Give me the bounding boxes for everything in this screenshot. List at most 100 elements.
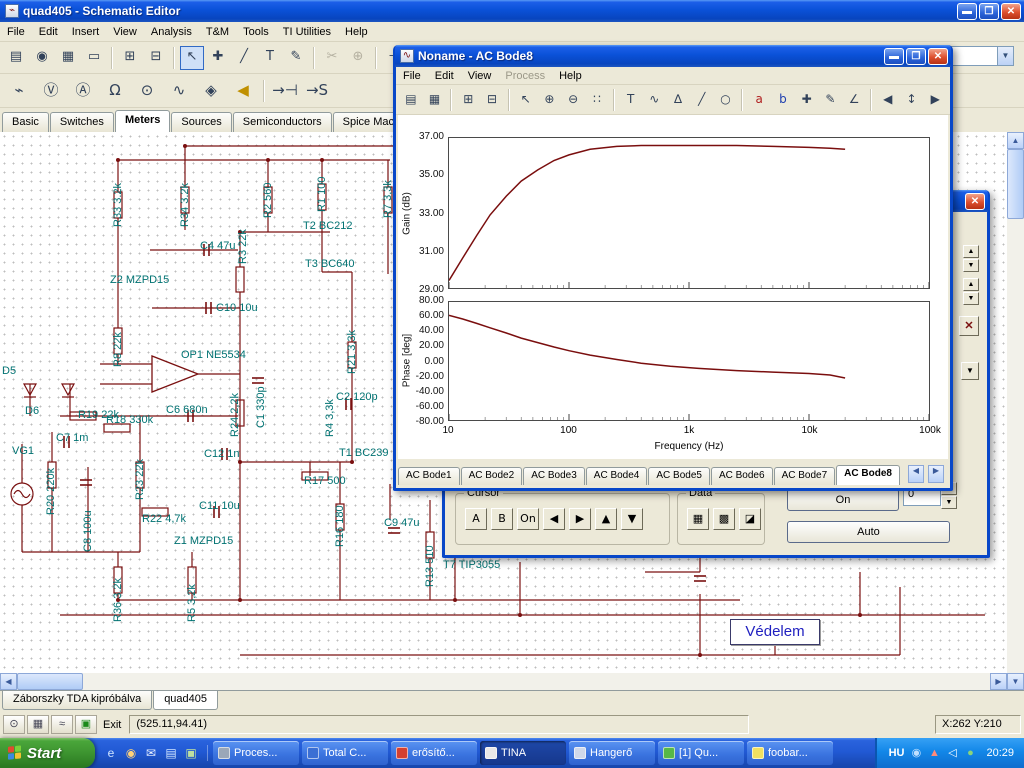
menu-item[interactable]: TI Utilities (276, 23, 338, 41)
scroll-right-icon[interactable]: ▶ (990, 673, 1007, 690)
scroll-left-icon[interactable]: ◀ (0, 673, 17, 690)
tray-antivirus-icon[interactable]: ▲ (927, 746, 941, 760)
ammeter-icon[interactable]: Ⓐ (68, 76, 98, 105)
minimize-button[interactable]: ▬ (884, 47, 904, 65)
delete-item-button[interactable]: ✕ (959, 316, 979, 336)
menu-item[interactable]: File (396, 67, 428, 85)
sheet-tab[interactable]: quad405 (153, 691, 219, 710)
menu-item[interactable]: T&M (199, 23, 236, 41)
auto-button[interactable]: Auto (787, 521, 950, 543)
maximize-button[interactable]: ❐ (906, 47, 926, 65)
taskbar-task-button[interactable]: Proces... (213, 741, 299, 765)
minimize-button[interactable]: ▬ (957, 2, 977, 20)
dropdown-arrow-icon[interactable]: ▼ (961, 362, 979, 380)
vertical-scroll-thumb[interactable] (1007, 149, 1024, 219)
probe-tool-icon[interactable]: ⊙ (3, 715, 25, 734)
language-indicator[interactable]: HU (889, 747, 905, 759)
signal-analyzer-icon[interactable]: ∿ (164, 76, 194, 105)
select-arrow-icon[interactable]: ↖ (180, 45, 204, 70)
component-tab[interactable]: Basic (2, 112, 49, 132)
angle-icon[interactable]: ∠ (843, 88, 865, 111)
copy-data-icon[interactable]: ▩ (713, 508, 735, 530)
vertical-scrollbar[interactable]: ▲ ▼ (1007, 132, 1024, 690)
cut-icon[interactable]: ✂ (320, 45, 344, 70)
bode-tab[interactable]: AC Bode3 (523, 467, 585, 485)
zoom-icon[interactable]: ⊕ (346, 45, 370, 70)
phase-plot[interactable] (448, 301, 930, 421)
component-tab[interactable]: Meters (114, 110, 171, 132)
open-web-icon[interactable]: ◉ (30, 45, 54, 70)
taskbar-task-button[interactable]: erősítő... (391, 741, 477, 765)
quicklaunch-explorer-icon[interactable]: ▤ (163, 745, 179, 761)
copy-icon[interactable]: ⊞ (457, 88, 480, 111)
menu-item[interactable]: Insert (65, 23, 107, 41)
prev-page-icon[interactable]: ◀ (876, 88, 899, 111)
copy-special-icon[interactable]: ⊟ (481, 88, 503, 111)
bode-tab[interactable]: AC Bode4 (585, 467, 648, 485)
scroll-up-icon[interactable]: ▲ (1007, 132, 1024, 149)
menu-item[interactable]: Process (498, 67, 552, 85)
line-tool-icon[interactable]: ╱ (690, 88, 713, 111)
new-file-icon[interactable]: ▤ (4, 45, 28, 70)
text-tool-icon[interactable]: T (619, 88, 642, 111)
cursor-b-button[interactable]: B (491, 508, 513, 530)
quicklaunch-browser-icon[interactable]: e (103, 745, 119, 761)
zoom-in-icon[interactable]: ⊕ (538, 88, 561, 111)
gain-plot[interactable] (448, 137, 930, 289)
copy-icon[interactable]: ⊞ (118, 45, 142, 70)
spin-down-icon[interactable]: ▼ (963, 259, 979, 272)
close-button[interactable]: ✕ (1001, 2, 1021, 20)
close-button[interactable]: ✕ (928, 47, 948, 65)
curve-tool-icon[interactable]: ∿ (643, 88, 666, 111)
bode-tab[interactable]: AC Bode8 (836, 465, 900, 485)
spin-up-icon[interactable]: ▲ (963, 245, 979, 258)
cursor-on-button[interactable]: On (517, 508, 539, 530)
move-icon[interactable]: ✚ (206, 45, 230, 70)
tray-update-icon[interactable]: ● (963, 746, 977, 760)
taskbar-task-button[interactable]: foobar... (747, 741, 833, 765)
open-icon[interactable]: ▤ (400, 88, 422, 111)
bode-tab[interactable]: AC Bode7 (773, 467, 836, 485)
tray-volume-icon[interactable]: ◁ (945, 746, 959, 760)
quicklaunch-media-icon[interactable]: ◉ (123, 745, 139, 761)
tabs-scroll-left-icon[interactable]: ◀ (908, 465, 924, 483)
voltmeter-icon[interactable]: Ⓥ (36, 76, 66, 105)
cursor-down-button[interactable]: ▼ (621, 508, 643, 530)
circle-tool-icon[interactable]: ○ (714, 88, 737, 111)
interpolate-data-icon[interactable]: ◪ (739, 508, 761, 530)
cursor-left-button[interactable]: ◀ (543, 508, 565, 530)
save-icon[interactable]: ▦ (423, 88, 446, 111)
menu-item[interactable]: View (461, 67, 499, 85)
text-tool-icon[interactable]: T (258, 45, 282, 70)
spin-down-icon[interactable]: ▼ (941, 496, 957, 509)
pointer-icon[interactable]: ↖ (514, 88, 537, 111)
bode-tab[interactable]: AC Bode1 (398, 467, 460, 485)
zoom-out-100-icon[interactable]: ⊖ (562, 88, 585, 111)
dialog-close-button[interactable]: ✕ (965, 192, 985, 210)
oscilloscope-icon[interactable]: ⊙ (132, 76, 162, 105)
crosshair-icon[interactable]: ✚ (795, 88, 818, 111)
taskbar-task-button[interactable]: TINA (480, 741, 566, 765)
cursor-b-icon[interactable]: b (772, 88, 794, 111)
paste-icon[interactable]: ⊟ (144, 45, 168, 70)
page-spin-icon[interactable]: ↕ (900, 88, 923, 111)
spin-down-icon[interactable]: ▼ (963, 292, 979, 305)
cursor-up-button[interactable]: ▲ (595, 508, 617, 530)
menu-item[interactable]: View (106, 23, 144, 41)
chart-area[interactable]: 37.00 35.00 33.00 31.00 29.00 Gain (dB) 80.0… (398, 115, 948, 459)
current-probe-icon[interactable]: ⌁ (4, 76, 34, 105)
taskbar-task-button[interactable]: Total C... (302, 741, 388, 765)
spin-up-icon[interactable]: ▲ (963, 278, 979, 291)
pen-icon[interactable]: ✎ (819, 88, 842, 111)
cursor-a-button[interactable]: A (465, 508, 487, 530)
sheet-tab[interactable]: Záborszky TDA kipróbálva (2, 691, 153, 710)
tabs-scroll-right-icon[interactable]: ▶ (928, 465, 944, 483)
scroll-down-icon[interactable]: ▼ (1007, 673, 1024, 690)
taskbar-task-button[interactable]: [1] Qu... (658, 741, 744, 765)
menu-item[interactable]: Edit (32, 23, 65, 41)
bode-tab[interactable]: AC Bode5 (648, 467, 710, 485)
menu-item[interactable]: Tools (236, 23, 276, 41)
pen-icon[interactable]: ✎ (284, 45, 308, 70)
combo-dropdown-icon[interactable]: ▼ (997, 47, 1013, 65)
menu-item[interactable]: Help (338, 23, 375, 41)
